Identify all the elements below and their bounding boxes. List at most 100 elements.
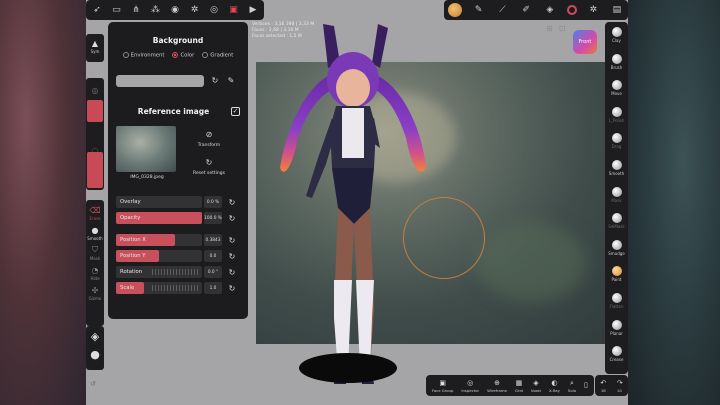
reference-enabled-checkbox[interactable]: ✓ [231, 106, 240, 116]
bottom-tool-x-ray[interactable]: ◐ X-Ray [549, 379, 560, 393]
position-x-slider[interactable]: Position X [116, 234, 202, 246]
nomad-logo-icon[interactable]: ➶ [90, 3, 104, 17]
tool-smooth[interactable]: Smooth [605, 160, 628, 176]
gizmo-tool[interactable]: ✣ Gizmo [86, 284, 104, 302]
stroke-preview[interactable]: ◈ ● [86, 326, 104, 370]
bottom-tool-grid[interactable]: ▦ Grid [515, 379, 523, 393]
tool-sphere-icon [611, 213, 622, 224]
camera-icon[interactable]: ◎ [207, 3, 221, 17]
scale-row: Scale 1.0 ↻ [116, 282, 240, 295]
scene-icon[interactable]: ⁂ [149, 3, 163, 17]
tool-selmask[interactable]: SelMask [605, 213, 628, 229]
opacity-row: Opacity 100.0 % ↻ [116, 212, 240, 225]
option-color[interactable]: Color [172, 52, 194, 59]
overlay-slider[interactable]: Overlay [116, 196, 202, 208]
tool-sphere-icon [611, 293, 622, 303]
avatar[interactable] [448, 3, 462, 17]
layers-icon[interactable]: ◈ [543, 3, 557, 17]
3d-character-model[interactable] [276, 18, 426, 390]
tool-crease[interactable]: Crease [605, 346, 628, 362]
tool-icon: ◈ [533, 378, 539, 387]
position-x-value[interactable]: 0.3843 [204, 234, 222, 246]
undo-button[interactable]: ↶ 18 [600, 379, 606, 393]
tool-smudge[interactable]: Smudge [605, 239, 628, 256]
reset-icon[interactable]: ↻ [226, 234, 238, 246]
scale-value[interactable]: 1.0 [204, 282, 222, 294]
scale-slider[interactable]: Scale [116, 282, 202, 294]
share-icon[interactable]: ⋔ [129, 3, 143, 17]
overlay-value[interactable]: 0.0 % [204, 196, 222, 208]
radius-slider[interactable] [87, 100, 103, 122]
reset-icon[interactable]: ↻ [226, 266, 238, 278]
smooth-tool[interactable]: ● Smooth [86, 224, 104, 242]
erase-tool[interactable]: ⌫ Erase [86, 204, 104, 222]
overlay-row: Overlay 0.0 % ↻ [116, 196, 240, 209]
tool-sphere-icon [611, 266, 622, 277]
rotation-slider[interactable]: Rotation [116, 266, 202, 278]
top-right-toolbar: ✎ ⟋ ✐ ◈ ✲ ▤ [444, 0, 628, 20]
history-icon[interactable]: ↺ [90, 380, 96, 388]
transform-button[interactable]: ⊘ Transform [198, 130, 220, 148]
reset-icon[interactable]: ↻ [226, 196, 238, 208]
position-y-row: Position Y 0.0 ↻ [116, 250, 240, 263]
mask-tool[interactable]: ⛉ Mask [86, 244, 104, 261]
tool-move[interactable]: Move [605, 80, 628, 96]
opacity-slider[interactable]: Opacity [116, 212, 202, 224]
background-icon[interactable]: ▣ [227, 3, 241, 17]
reset-icon[interactable]: ↻ [226, 212, 238, 224]
reference-block: IMG_0328.jpeg ⊘ Transform ↻ Reset settin… [116, 125, 240, 180]
hide-tool[interactable]: ◔ Hide [86, 264, 104, 282]
material-icon[interactable]: ◉ [168, 3, 182, 17]
bottom-tool-voxel[interactable]: ◈ Voxel [531, 379, 541, 393]
eyedropper-icon[interactable]: ✎ [226, 76, 236, 86]
tool-brush[interactable]: Brush [605, 53, 628, 70]
tool-clay[interactable]: Clay [605, 27, 628, 43]
radius-intensity-sliders[interactable]: ◎ ◌ [86, 78, 104, 190]
bottom-tool-face-group[interactable]: ▣ Face Group [432, 379, 453, 393]
tool-icon: ⌕ [570, 378, 574, 387]
reset-icon[interactable]: ↻ [226, 282, 238, 294]
tool-drag[interactable]: Drag [605, 133, 628, 149]
option-gradient[interactable]: Gradient [202, 52, 233, 59]
settings-icon[interactable]: ✲ [188, 3, 202, 17]
reset-icon[interactable]: ↻ [210, 76, 220, 86]
view-cube[interactable]: Front [573, 30, 597, 54]
video-icon[interactable]: ▶ [246, 3, 260, 17]
tool-flatten[interactable]: Flatten [605, 293, 628, 309]
bottom-tool-solo[interactable]: ⌕ Solo [568, 379, 576, 393]
sym-toggle[interactable]: ▲ Sym [86, 34, 104, 62]
hide-icon: ◔ [91, 265, 99, 275]
color-icon[interactable] [566, 5, 577, 15]
settings-icon[interactable]: ✲ [586, 3, 600, 17]
bottom-tool-viewport[interactable]: ▯ [584, 381, 588, 390]
opacity-value[interactable]: 100.0 % [204, 212, 222, 224]
reference-thumbnail[interactable]: IMG_0328.jpeg [116, 125, 178, 180]
position-y-value[interactable]: 0.0 [204, 250, 222, 262]
undo-icon: ↶ [600, 378, 607, 387]
projection-icon[interactable]: ⊡ [559, 24, 566, 33]
background-panel: Background Environment Color Gradient ↻ … [108, 22, 248, 319]
bottom-tool-inspector[interactable]: ◎ Inspector [461, 379, 479, 393]
tool-l-polish[interactable]: L_Polish [605, 106, 628, 123]
position-y-slider[interactable]: Position Y [116, 250, 202, 262]
redo-button[interactable]: ↷ 41 [617, 379, 623, 393]
thumbnail-image [116, 125, 176, 172]
paint-icon[interactable]: ✐ [519, 3, 533, 17]
brush-cursor [403, 197, 485, 279]
tool-paint[interactable]: Paint [605, 266, 628, 282]
tool-mask[interactable]: Mask [605, 186, 628, 203]
tool-planar[interactable]: Planar [605, 319, 628, 336]
folder-icon[interactable]: ▭ [110, 3, 124, 17]
rotation-value[interactable]: 0.0 ° [204, 266, 222, 278]
grid-view-icon[interactable]: ⊞ [546, 24, 553, 33]
reset-settings-button[interactable]: ↻ Reset settings [193, 158, 225, 176]
intensity-slider[interactable] [87, 152, 103, 188]
reset-icon[interactable]: ↻ [226, 250, 238, 262]
brush-icon[interactable]: ⟋ [495, 3, 509, 17]
sym-icon: ▲ [91, 38, 99, 48]
option-environment[interactable]: Environment [122, 52, 164, 59]
pen-icon[interactable]: ✎ [472, 3, 486, 17]
bottom-tool-wireframe[interactable]: ⊕ Wireframe [487, 379, 507, 393]
background-color-swatch[interactable] [116, 74, 204, 87]
more-icon[interactable]: ▤ [610, 3, 624, 17]
